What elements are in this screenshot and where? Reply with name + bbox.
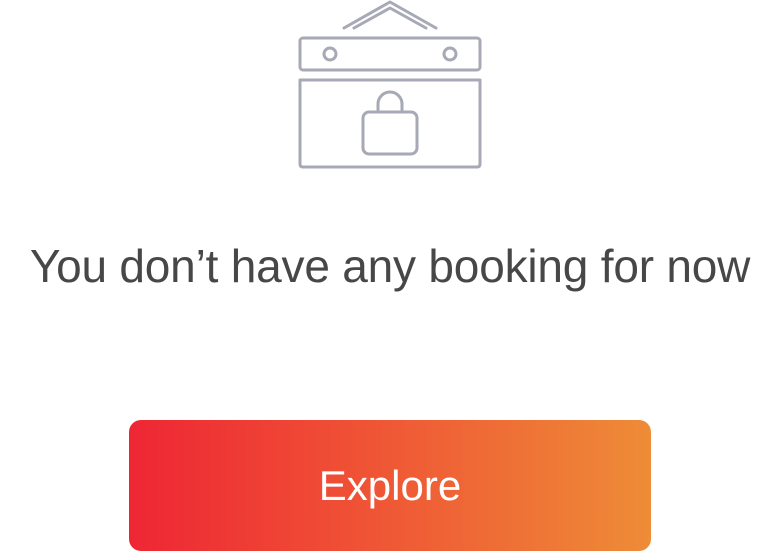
empty-bookings-state: You don’t have any booking for now Explo…: [0, 0, 780, 552]
empty-bookings-message: You don’t have any booking for now: [29, 240, 751, 292]
closed-shop-sign-lock-icon: [296, 0, 484, 172]
explore-button[interactable]: Explore: [129, 420, 651, 551]
